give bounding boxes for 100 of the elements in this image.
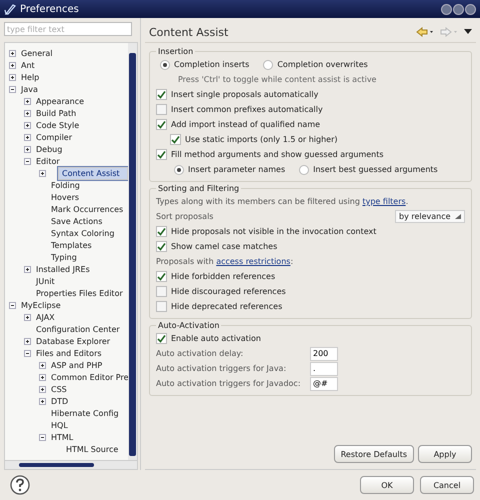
tree-item[interactable]: Java: [19, 84, 40, 94]
tree-item[interactable]: DTD: [49, 396, 70, 406]
menu-icon[interactable]: [464, 29, 472, 35]
expand-icon[interactable]: [39, 398, 46, 404]
hint-text: Press 'Ctrl' to toggle while content assist is active: [178, 75, 376, 84]
tree-item[interactable]: ASP and PHP: [49, 360, 104, 370]
tree-item[interactable]: HQL: [49, 420, 70, 430]
help-icon[interactable]: [10, 475, 30, 495]
tree-item[interactable]: Editor: [34, 156, 62, 166]
maximize-button[interactable]: [453, 4, 464, 14]
expand-icon[interactable]: [9, 50, 16, 56]
radio-button[interactable]: [160, 60, 170, 70]
collapse-icon[interactable]: [9, 302, 16, 308]
checkbox-label: Hide proposals not visible in the invocation context: [171, 227, 376, 236]
tree-item[interactable]: Save Actions: [49, 216, 104, 226]
tree-item[interactable]: Properties Files Editor: [34, 288, 125, 298]
filter-field[interactable]: type filter text: [4, 22, 132, 36]
link[interactable]: type filters: [362, 197, 406, 206]
dialog-button[interactable]: Cancel: [420, 476, 474, 494]
radio-button[interactable]: [299, 164, 310, 174]
expand-icon[interactable]: [24, 134, 31, 140]
dialog-button[interactable]: OK: [360, 476, 414, 494]
expand-icon[interactable]: [39, 362, 46, 368]
collapse-icon[interactable]: [9, 86, 16, 92]
radio-button[interactable]: [263, 60, 274, 70]
tree-item[interactable]: Debug: [34, 144, 64, 154]
back-arrow-icon[interactable]: [416, 27, 434, 37]
sort-dropdown[interactable]: by relevance: [395, 210, 465, 223]
tree-item[interactable]: Appearance: [34, 96, 86, 106]
checkbox[interactable]: [156, 271, 167, 282]
page-button[interactable]: Apply: [418, 445, 472, 463]
checkbox[interactable]: [156, 226, 167, 237]
tree-item[interactable]: Content Assist: [58, 166, 128, 180]
tree-item[interactable]: HTML Source: [64, 444, 120, 454]
expand-icon[interactable]: [39, 386, 46, 392]
tree-item[interactable]: Common Editor Pre: [49, 372, 128, 382]
page-button[interactable]: Restore Defaults: [334, 445, 414, 463]
collapse-icon[interactable]: [39, 434, 46, 440]
tree-item[interactable]: Typing: [49, 252, 79, 262]
tree-item[interactable]: HTML: [49, 432, 76, 442]
tree-item[interactable]: Hibernate Config: [49, 408, 121, 418]
expand-icon[interactable]: [9, 74, 16, 80]
checkbox[interactable]: [156, 89, 167, 100]
tree-item[interactable]: Syntax Coloring: [49, 228, 116, 238]
tree-item[interactable]: Code Style: [34, 120, 82, 130]
vertical-scrollbar[interactable]: [128, 43, 137, 460]
tree-item[interactable]: Installed JREs: [34, 264, 92, 274]
field-label: Auto activation delay:: [156, 349, 244, 358]
checkbox[interactable]: [156, 241, 167, 252]
expand-icon[interactable]: [24, 110, 31, 116]
input-field[interactable]: .: [310, 362, 338, 376]
collapse-icon[interactable]: [24, 350, 31, 356]
tree-item[interactable]: Build Path: [34, 108, 78, 118]
group-title: Auto-Activation: [157, 321, 220, 330]
tree-item[interactable]: Help: [19, 72, 42, 82]
tree-item[interactable]: MyEclipse: [19, 300, 63, 310]
tree-item[interactable]: Configuration Center: [34, 324, 122, 334]
expand-icon[interactable]: [24, 98, 31, 104]
radio-label: Completion overwrites: [277, 60, 368, 69]
tree-item[interactable]: Ant: [19, 60, 37, 70]
tree-item[interactable]: Mark Occurrences: [49, 204, 126, 214]
tree-item[interactable]: AJAX: [34, 312, 57, 322]
horizontal-scrollbar[interactable]: [4, 460, 138, 470]
field-label: Auto activation triggers for Javadoc:: [156, 379, 302, 388]
expand-icon[interactable]: [24, 146, 31, 152]
tree-item[interactable]: Compiler: [34, 132, 74, 142]
tree-item[interactable]: Templates: [49, 240, 94, 250]
group-title: Insertion: [157, 47, 194, 56]
checkbox[interactable]: [156, 333, 167, 344]
input-field[interactable]: 200: [310, 346, 338, 360]
checkbox[interactable]: [156, 286, 167, 297]
tree-item[interactable]: Files and Editors: [34, 348, 104, 358]
expand-icon[interactable]: [39, 374, 46, 380]
radio-button[interactable]: [174, 164, 184, 174]
link[interactable]: access restrictions: [216, 257, 290, 266]
checkbox[interactable]: [156, 149, 167, 160]
checkbox-label: Hide deprecated references: [171, 302, 282, 311]
expand-icon[interactable]: [24, 338, 31, 344]
tree-item[interactable]: Database Explorer: [34, 336, 112, 346]
expand-icon[interactable]: [24, 122, 31, 128]
tree-item[interactable]: Hovers: [49, 192, 82, 202]
radio-label: Completion inserts: [174, 60, 250, 69]
checkbox[interactable]: [156, 301, 167, 312]
checkbox[interactable]: [156, 104, 167, 115]
tree-item[interactable]: JUnit: [34, 276, 57, 286]
tree-item[interactable]: CSS: [49, 384, 69, 394]
expand-icon[interactable]: [24, 266, 31, 272]
field-label: Auto activation triggers for Java:: [156, 364, 288, 373]
tree-item[interactable]: General: [19, 48, 55, 58]
close-button[interactable]: [465, 4, 476, 14]
tree-item[interactable]: Folding: [49, 180, 82, 190]
expand-icon[interactable]: [9, 62, 16, 68]
checkbox[interactable]: [156, 119, 167, 130]
checkbox[interactable]: [170, 134, 181, 145]
minimize-button[interactable]: [441, 4, 452, 14]
radio-label: Insert parameter names: [188, 165, 286, 174]
expand-icon[interactable]: [24, 314, 31, 320]
collapse-icon[interactable]: [24, 158, 31, 164]
expand-icon[interactable]: [39, 170, 46, 176]
input-field[interactable]: @#: [310, 376, 338, 390]
